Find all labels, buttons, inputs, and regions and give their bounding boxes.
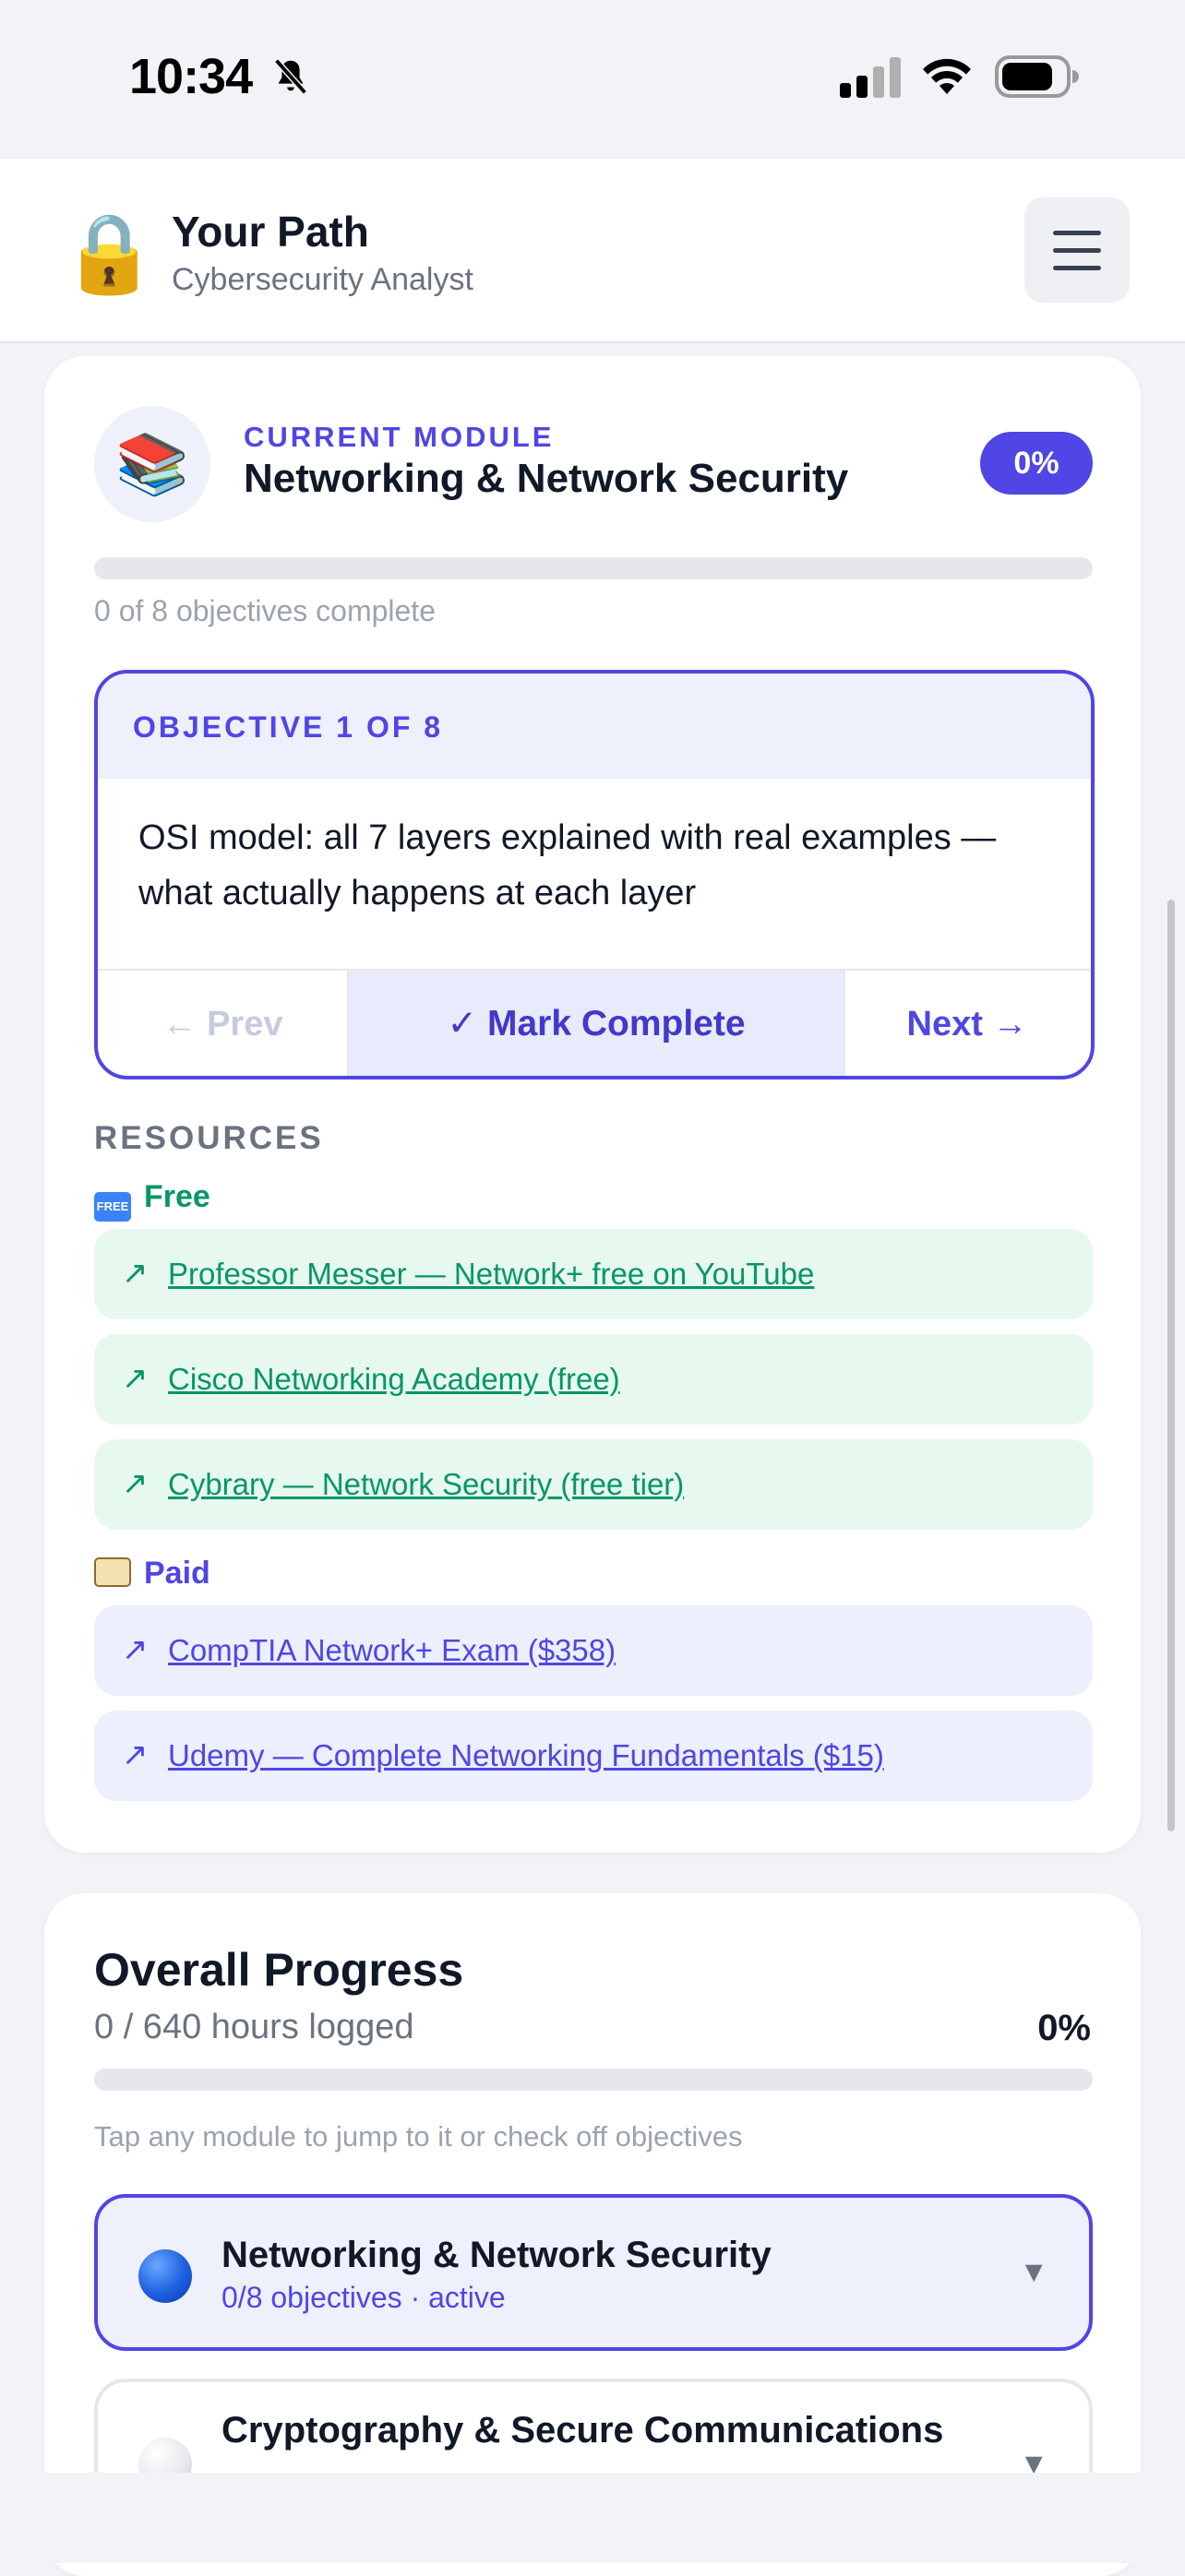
objective-card: OBJECTIVE 1 OF 8 OSI model: all 7 layers… [94,670,1095,1079]
objective-number: OBJECTIVE 1 OF 8 [133,710,444,744]
external-link-icon: ↗ [122,1361,149,1396]
external-link-icon: ↗ [122,1466,149,1501]
hours-logged: 0 / 640 hours logged [94,2008,414,2046]
module-hint: Tap any module to jump to it or check of… [94,2120,743,2153]
free-resources-label: FREE Free [94,1179,210,1222]
scrollbar[interactable] [1167,900,1175,1831]
status-bar: 10:34 [0,0,1185,159]
module-progress-bar [94,557,1093,579]
hamburger-menu-icon[interactable] [1024,197,1130,303]
mark-complete-button[interactable]: ✓ Mark Complete [347,971,845,1076]
module-percent-badge: 0% [980,432,1093,495]
blue-circle-icon [138,2249,192,2303]
module-name: Networking & Network Security [221,2235,772,2275]
resource-link[interactable]: Udemy — Complete Networking Fundamentals… [168,1738,884,1773]
current-module-card: 📚 CURRENT MODULE Networking & Network Se… [44,356,1141,1853]
books-icon: 📚 [94,406,210,522]
next-button[interactable]: Next → [844,971,1091,1076]
module-meta: 0/8 objectives · active [221,2281,506,2314]
bottom-safe-area [0,2473,1185,2563]
resource-link-item[interactable]: ↗ CompTIA Network+ Exam ($358) [94,1605,1093,1696]
resource-link[interactable]: Cisco Networking Academy (free) [168,1362,620,1397]
objective-header: OBJECTIVE 1 OF 8 [98,674,1091,779]
external-link-icon: ↗ [122,1632,149,1667]
bell-slash-icon [274,58,307,95]
signal-icon [840,57,901,98]
current-module-label: CURRENT MODULE [244,421,555,453]
app-header: 🔒 Your Path Cybersecurity Analyst [0,159,1185,343]
lock-icon: 🔒 [61,209,158,296]
module-row-networking[interactable]: Networking & Network Security 0/8 object… [94,2194,1093,2351]
overall-progress-title: Overall Progress [94,1944,464,1996]
paid-resources-label: Paid [94,1556,210,1592]
resource-link-item[interactable]: ↗ Udemy — Complete Networking Fundamenta… [94,1711,1093,1801]
resource-link[interactable]: CompTIA Network+ Exam ($358) [168,1633,616,1668]
resources-heading: RESOURCES [94,1120,324,1156]
credit-card-icon [94,1557,131,1587]
page-subtitle: Cybersecurity Analyst [172,262,473,297]
resource-link-item[interactable]: ↗ Cybrary — Network Security (free tier) [94,1439,1093,1530]
battery-icon [995,55,1079,98]
overall-percent: 0% [1037,2008,1091,2048]
resource-link[interactable]: Cybrary — Network Security (free tier) [168,1467,684,1502]
chevron-down-icon[interactable]: ▼ [1019,2255,1048,2289]
objectives-count: 0 of 8 objectives complete [94,594,436,627]
resource-link-item[interactable]: ↗ Professor Messer — Network+ free on Yo… [94,1229,1093,1319]
wifi-icon [923,58,971,94]
module-name: Cryptography & Secure Communications [221,2410,944,2451]
prev-button[interactable]: ← Prev [98,971,347,1076]
resource-link[interactable]: Professor Messer — Network+ free on YouT… [168,1257,814,1292]
objective-actions: ← Prev ✓ Mark Complete Next → [98,969,1091,1076]
current-module-title: Networking & Network Security [244,456,849,501]
status-time: 10:34 [129,49,253,104]
external-link-icon: ↗ [122,1737,149,1772]
free-icon: FREE [94,1192,131,1222]
overall-progress-bar [94,2069,1093,2091]
objective-text: OSI model: all 7 layers explained with r… [138,818,997,912]
resource-link-item[interactable]: ↗ Cisco Networking Academy (free) [94,1334,1093,1425]
external-link-icon: ↗ [122,1256,149,1291]
page-title: Your Path [172,208,369,256]
